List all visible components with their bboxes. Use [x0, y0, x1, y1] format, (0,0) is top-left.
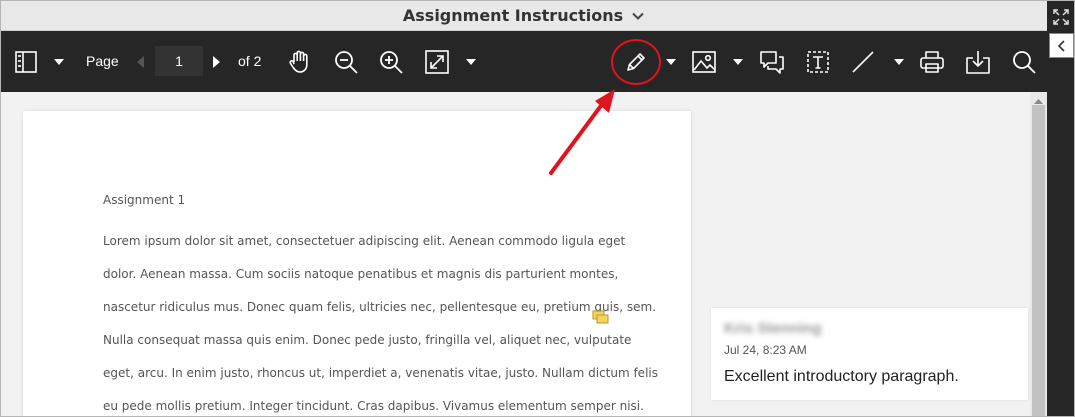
page-label: Page	[86, 53, 119, 69]
highlight-arrow-icon	[549, 89, 615, 175]
toolbar: Page of 2	[1, 31, 1047, 92]
chevron-down-icon[interactable]	[631, 9, 645, 23]
highlight-circle	[611, 39, 661, 85]
sidebar-toggle-icon[interactable]	[11, 31, 41, 92]
document-line: Nulla consequat massa quis enim. Donec p…	[103, 333, 632, 347]
comment-timestamp: Jul 24, 8:23 AM	[724, 343, 807, 357]
document-heading: Assignment 1	[103, 193, 186, 207]
title-bar[interactable]: Assignment Instructions	[1, 1, 1047, 31]
text-box-icon[interactable]	[803, 31, 833, 92]
document-line: nascetur ridiculus mus. Donec quam felis…	[103, 300, 657, 314]
scrollbar-thumb[interactable]	[1032, 105, 1045, 416]
previous-page-icon[interactable]	[133, 31, 147, 92]
right-rail	[1047, 1, 1074, 416]
printer-icon[interactable]	[917, 31, 947, 92]
page-count: of 2	[238, 53, 262, 69]
next-page-icon[interactable]	[209, 31, 223, 92]
fit-page-icon[interactable]	[422, 31, 452, 92]
draw-dropdown-caret-icon[interactable]	[663, 31, 679, 92]
fit-dropdown-caret-icon[interactable]	[463, 31, 479, 92]
comment-marker-icon[interactable]	[592, 310, 610, 326]
document-line: Lorem ipsum dolor sit amet, consectetuer…	[103, 234, 626, 248]
zoom-out-icon[interactable]	[331, 31, 361, 92]
fullscreen-icon[interactable]	[1051, 7, 1071, 27]
document-title: Assignment Instructions	[402, 6, 624, 25]
comment-author: Kris Stenning	[724, 320, 822, 337]
hand-icon[interactable]	[285, 31, 315, 92]
comment-icon[interactable]	[757, 31, 787, 92]
document-line: eget, arcu. In enim justo, rhoncus ut, i…	[103, 366, 658, 380]
comment-card[interactable]: Kris Stenning Jul 24, 8:23 AM Excellent …	[711, 308, 1028, 400]
viewer-window: Assignment Instructions Page 1 of 2 Assi…	[0, 0, 1075, 417]
image-dropdown-caret-icon[interactable]	[730, 31, 746, 92]
comment-text: Excellent introductory paragraph.	[724, 368, 959, 385]
zoom-in-icon[interactable]	[376, 31, 406, 92]
scroll-up-arrow-icon[interactable]	[1032, 94, 1045, 104]
page-number-input[interactable]	[155, 46, 203, 76]
sidebar-dropdown-caret-icon[interactable]	[51, 31, 67, 92]
collapse-panel-button[interactable]	[1049, 33, 1074, 58]
image-icon[interactable]	[689, 31, 719, 92]
line-dropdown-caret-icon[interactable]	[891, 31, 907, 92]
download-icon[interactable]	[963, 31, 993, 92]
document-line: eu pede mollis pretium. Integer tincidun…	[103, 399, 644, 413]
document-line: dolor. Aenean massa. Cum sociis natoque …	[103, 267, 619, 281]
search-icon[interactable]	[1009, 31, 1039, 92]
line-icon[interactable]	[848, 31, 878, 92]
